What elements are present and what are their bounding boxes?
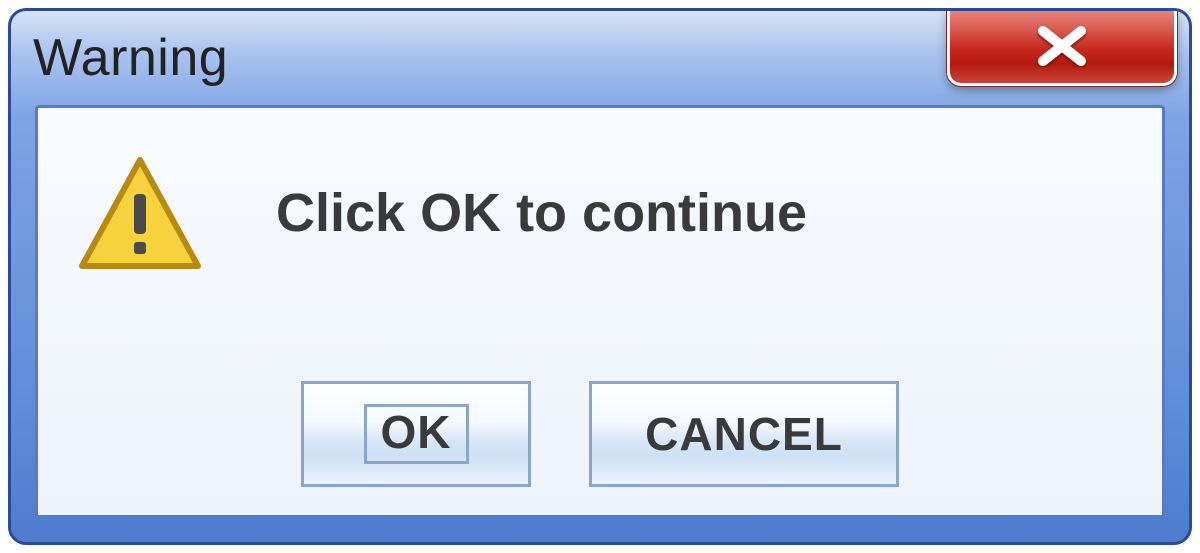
close-button[interactable]: [947, 8, 1177, 86]
cancel-button-label: CANCEL: [645, 407, 843, 461]
warning-dialog: Warning: [8, 8, 1192, 545]
button-row: OK CANCEL: [38, 381, 1162, 487]
titlebar: Warning: [11, 11, 1189, 105]
ok-button-label: OK: [364, 404, 469, 464]
ok-button[interactable]: OK: [301, 381, 531, 487]
dialog-title: Warning: [33, 28, 228, 88]
message-row: Click OK to continue: [76, 154, 1132, 272]
dialog-message: Click OK to continue: [276, 182, 807, 244]
warning-icon: [76, 154, 206, 272]
close-icon: [1033, 25, 1091, 67]
cancel-button[interactable]: CANCEL: [589, 381, 899, 487]
dialog-body: Click OK to continue OK CANCEL: [35, 105, 1165, 518]
